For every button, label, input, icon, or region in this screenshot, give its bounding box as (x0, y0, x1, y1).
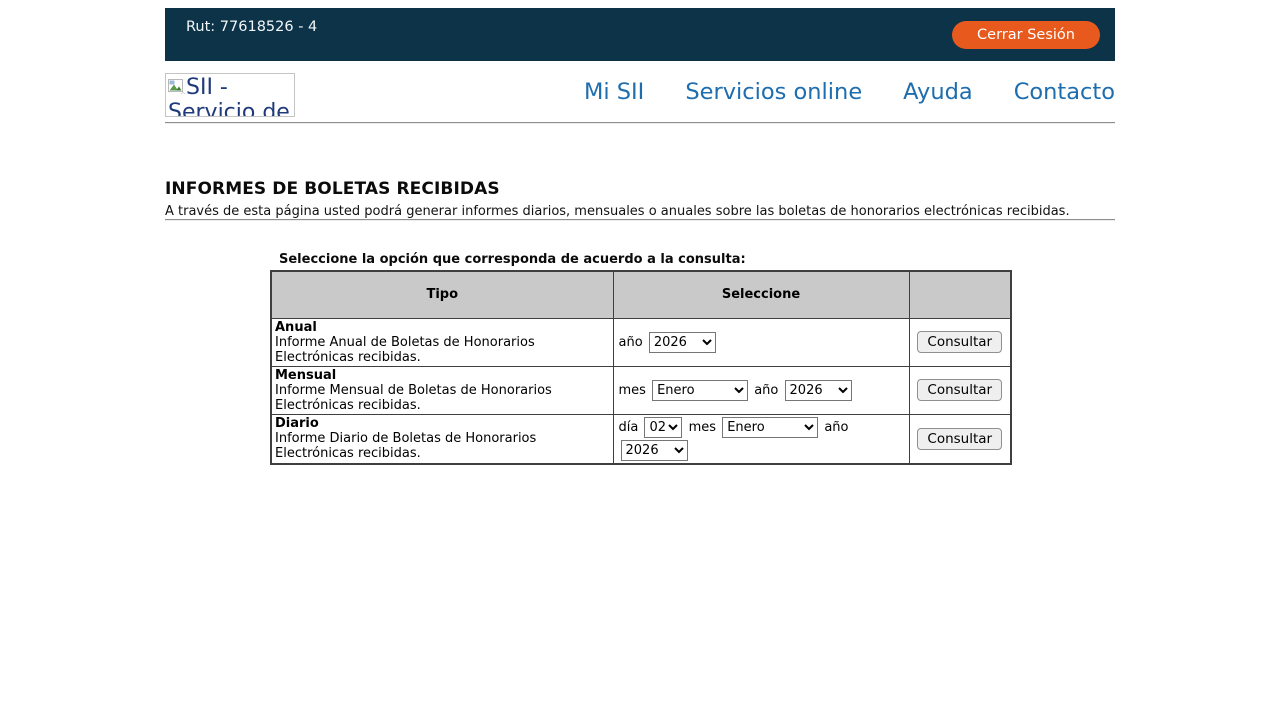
row-anual-type: Anual (275, 319, 317, 335)
sii-logo-broken-image[interactable]: SII - Servicio de (165, 73, 295, 117)
anual-ano-label: año (618, 334, 643, 350)
row-diario-type: Diario (275, 416, 319, 431)
nav-mi-sii[interactable]: Mi SII (584, 79, 644, 105)
section-divider (165, 219, 1115, 221)
page-container: Rut: 77618526 - 4 Cerrar Sesión SII - Se… (165, 8, 1115, 465)
table-prompt: Seleccione la opción que corresponda de … (279, 252, 746, 267)
site-header: SII - Servicio de Mi SII Servicios onlin… (165, 61, 1115, 122)
table-header-row: Tipo Seleccione (270, 270, 1012, 319)
rut-label: Rut: 77618526 - 4 (186, 19, 318, 35)
header-seleccione: Seleccione (612, 270, 910, 319)
table-row-mensual: Mensual Informe Mensual de Boletas de Ho… (270, 365, 1012, 415)
anual-ano-select[interactable]: 2026 (648, 331, 716, 353)
diario-mes-label: mes (688, 419, 717, 435)
row-diario-description: Informe Diario de Boletas de Honorarios … (275, 431, 537, 461)
diario-ano-select[interactable]: 2026 (620, 439, 688, 461)
consulta-section: Seleccione la opción que corresponda de … (270, 252, 1012, 465)
page-title: INFORMES DE BOLETAS RECIBIDAS (165, 179, 500, 199)
header-divider (165, 122, 1115, 124)
page-description: A través de esta página usted podrá gene… (165, 204, 1070, 219)
nav-contacto[interactable]: Contacto (1014, 79, 1115, 105)
report-options-table: Tipo Seleccione Anual Informe Anual de B… (270, 270, 1012, 465)
table-row-diario: Diario Informe Diario de Boletas de Hono… (270, 413, 1012, 464)
header-tipo: Tipo (270, 270, 614, 319)
diario-ano-label: año (824, 419, 849, 435)
mensual-mes-select[interactable]: Enero (652, 379, 749, 401)
diario-mes-select[interactable]: Enero (722, 416, 819, 438)
mensual-consultar-button[interactable]: Consultar (917, 379, 1003, 401)
diario-dia-select[interactable]: 02 (644, 416, 683, 438)
mensual-ano-select[interactable]: 2026 (784, 379, 852, 401)
logo-alt-text: SII - Servicio de (168, 75, 290, 117)
logout-button[interactable]: Cerrar Sesión (952, 20, 1100, 49)
diario-consultar-button[interactable]: Consultar (917, 427, 1003, 450)
broken-image-icon (168, 75, 186, 100)
diario-dia-label: día (618, 419, 639, 435)
nav-servicios-online[interactable]: Servicios online (685, 79, 862, 105)
mensual-mes-label: mes (618, 382, 646, 398)
row-anual-description: Informe Anual de Boletas de Honorarios E… (275, 334, 535, 365)
row-mensual-type: Mensual (275, 367, 337, 383)
table-row-anual: Anual Informe Anual de Boletas de Honora… (270, 317, 1012, 367)
row-mensual-description: Informe Mensual de Boletas de Honorarios… (275, 382, 552, 413)
header-accion (908, 270, 1012, 319)
session-topbar: Rut: 77618526 - 4 Cerrar Sesión (165, 8, 1115, 61)
main-nav: Mi SII Servicios online Ayuda Contacto (584, 79, 1115, 105)
anual-consultar-button[interactable]: Consultar (917, 331, 1003, 353)
nav-ayuda[interactable]: Ayuda (903, 79, 973, 105)
mensual-ano-label: año (754, 382, 779, 398)
